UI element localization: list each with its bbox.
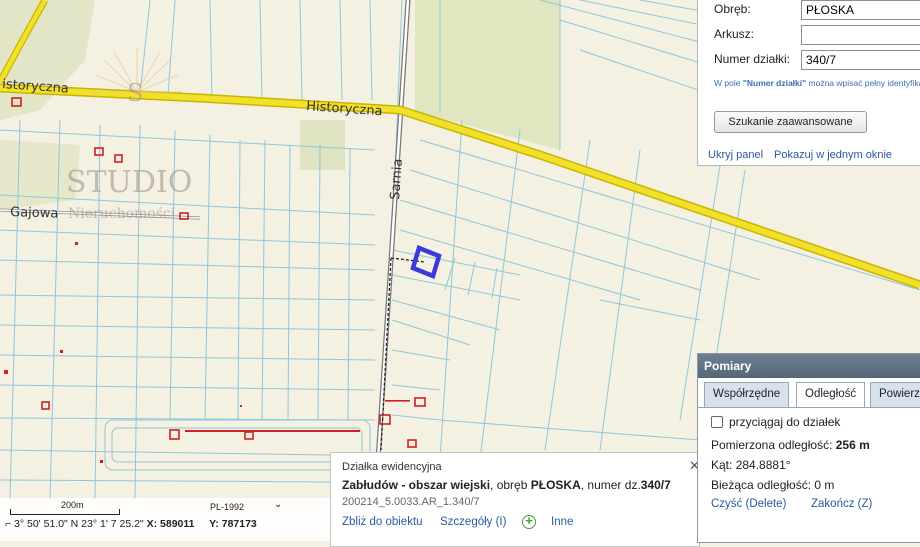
angle: Kąt: 284.8881° xyxy=(711,458,791,472)
coordinate-bar: 200m PL-1992 ⌄ ⌐ 3° 50' 51.0" N 23° 1' 7… xyxy=(0,498,330,541)
projection-select[interactable]: PL-1992 xyxy=(210,502,244,512)
obreb-label: Obręb: xyxy=(714,2,751,16)
arkusz-input[interactable] xyxy=(801,25,920,45)
tab-area[interactable]: Powierzchnia xyxy=(870,382,920,407)
meadow-area xyxy=(300,120,345,170)
numer-dzialki-input[interactable] xyxy=(801,50,920,70)
clear-button[interactable]: Czyść (Delete) xyxy=(711,498,786,510)
search-hint: W pole "Numer działki" można wpisać pełn… xyxy=(714,78,920,88)
measured-distance: Pomierzona odległość: 256 m xyxy=(711,438,870,452)
road-label-sarnia: Sarnia xyxy=(388,158,406,200)
zoom-to-object-link[interactable]: Zbliż do obiektu xyxy=(342,516,423,528)
scale-bar xyxy=(10,509,120,515)
parcel-info-popup: Działka ewidencyjna Zabłudów - obszar wi… xyxy=(330,452,700,547)
other-link[interactable]: Inne xyxy=(551,516,573,528)
tab-coordinates[interactable]: Współrzędne xyxy=(704,382,790,407)
finish-button[interactable]: Zakończ (Z) xyxy=(811,498,872,510)
svg-text:S: S xyxy=(127,79,143,107)
parcel-location: Zabłudów - obszar wiejski, obręb PŁOSKA,… xyxy=(342,478,671,492)
measurement-panel: Pomiary Współrzędne Odległość Powierzchn… xyxy=(697,353,920,543)
show-single-window-link[interactable]: Pokazuj w jednym oknie xyxy=(774,149,892,161)
measurement-panel-title: Pomiary xyxy=(698,354,920,378)
plus-icon[interactable]: + xyxy=(522,514,536,529)
svg-text:STUDIO: STUDIO xyxy=(66,165,192,200)
cursor-coordinates: ⌐ 3° 50' 51.0" N 23° 1' 7 25.2" X: 58901… xyxy=(5,518,257,530)
current-distance: Bieżąca odległość: 0 m xyxy=(711,478,835,492)
road-label-gajowa: Gajowa xyxy=(10,205,59,222)
tab-distance[interactable]: Odległość xyxy=(796,382,866,408)
obreb-input[interactable] xyxy=(801,0,920,20)
parcel-id: 200214_5.0033.AR_1.340/7 xyxy=(342,496,480,508)
hide-panel-link[interactable]: Ukryj panel xyxy=(708,149,763,161)
popup-title: Działka ewidencyjna xyxy=(342,461,442,473)
search-panel: Obręb: Arkusz: Numer działki: W pole "Nu… xyxy=(697,0,920,166)
svg-text:Nieruchomości: Nieruchomości xyxy=(68,206,176,222)
snap-to-parcels-checkbox[interactable] xyxy=(711,416,723,428)
advanced-search-button[interactable]: Szukanie zaawansowane xyxy=(714,111,867,133)
snap-to-parcels-label: przyciągaj do działek xyxy=(729,415,841,429)
chevron-down-icon[interactable]: ⌄ xyxy=(274,499,282,510)
arkusz-label: Arkusz: xyxy=(714,27,755,41)
numer-dzialki-label: Numer działki: xyxy=(714,52,791,66)
details-link[interactable]: Szczegóły (I) xyxy=(440,516,506,528)
